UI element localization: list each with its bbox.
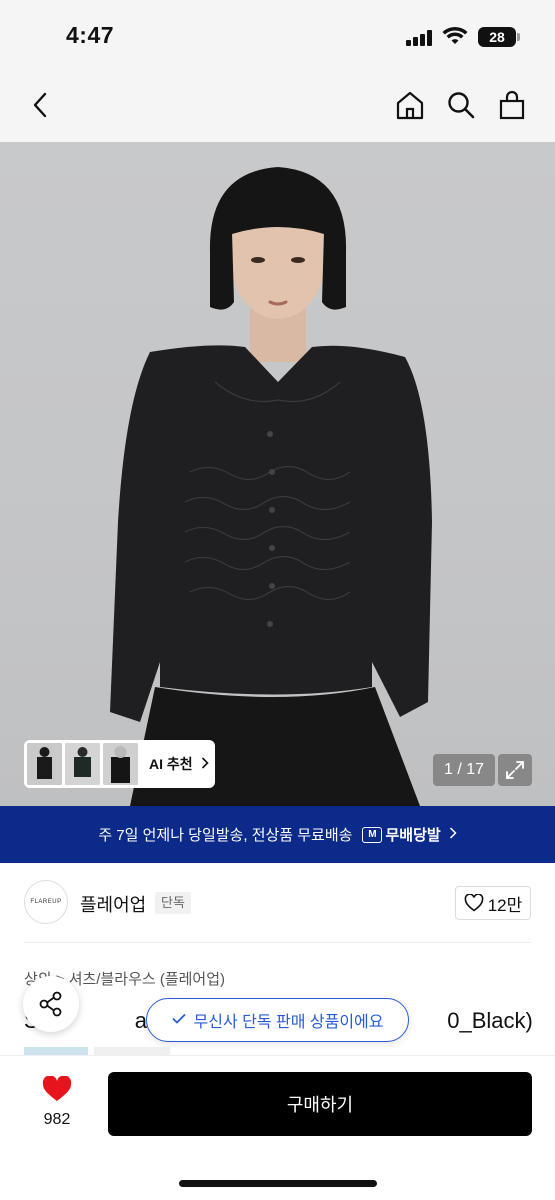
thumbnail-2[interactable]: [65, 743, 100, 785]
brand-like-button[interactable]: 12만: [455, 886, 531, 920]
share-button[interactable]: [23, 976, 79, 1032]
product-tag-2: [94, 1047, 170, 1055]
free-delivery-banner[interactable]: 주 7일 언제나 당일발송, 전상품 무료배송 M 무배당발: [0, 806, 555, 863]
delivery-badge: M 무배당발: [362, 824, 441, 845]
heart-icon: [42, 1075, 72, 1101]
status-bar: 4:47 28: [0, 0, 555, 72]
product-tag-1: [24, 1047, 88, 1055]
heart-outline-icon: [464, 894, 484, 912]
share-icon: [39, 991, 62, 1017]
wifi-icon: [442, 26, 468, 46]
thumbnail-3[interactable]: [103, 743, 138, 785]
model-photo-illustration: [110, 167, 432, 806]
divider: [24, 942, 531, 943]
ai-recommend-strip[interactable]: AI 추천: [24, 740, 215, 788]
brand-like-count: 12만: [487, 895, 523, 915]
image-page-counter: 1 / 17: [433, 754, 495, 786]
product-title-right: 0_Black): [447, 1008, 533, 1033]
delivery-badge-icon: M: [362, 826, 383, 843]
banner-text: 주 7일 언제나 당일발송, 전상품 무료배송: [98, 827, 353, 844]
bottom-purchase-bar: 982 구매하기: [0, 1055, 555, 1200]
signal-icon: [406, 30, 434, 46]
top-nav-bar: [0, 72, 555, 142]
search-icon[interactable]: [441, 85, 481, 125]
check-icon: [171, 1011, 186, 1029]
battery-icon: 28: [478, 27, 516, 47]
home-icon[interactable]: [390, 85, 430, 125]
exclusive-notice-pill: 무신사 단독 판매 상품이에요: [146, 998, 409, 1042]
brand-logo[interactable]: FLAREUP: [24, 880, 68, 924]
cart-icon[interactable]: [492, 85, 532, 125]
chevron-right-icon: [449, 826, 457, 843]
battery-tip: [517, 33, 520, 41]
exclusive-notice-text: 무신사 단독 판매 상품이에요: [193, 1014, 384, 1031]
ai-recommend-label: AI 추천: [149, 756, 193, 772]
thumbnail-1[interactable]: [27, 743, 62, 785]
wishlist-count: 982: [43, 1111, 71, 1128]
exclusive-tag: 단독: [155, 892, 191, 914]
chevron-right-icon: [201, 756, 209, 772]
product-image[interactable]: AI 추천 1 / 17: [0, 142, 555, 806]
home-indicator: [179, 1180, 377, 1187]
wishlist-button[interactable]: 982: [30, 1075, 84, 1129]
brand-name[interactable]: 플레어업: [80, 891, 146, 917]
expand-icon[interactable]: [498, 754, 532, 786]
delivery-badge-label: 무배당발: [385, 827, 441, 844]
back-icon[interactable]: [20, 85, 60, 125]
status-time: 4:47: [66, 22, 115, 48]
buy-button[interactable]: 구매하기: [108, 1072, 532, 1136]
